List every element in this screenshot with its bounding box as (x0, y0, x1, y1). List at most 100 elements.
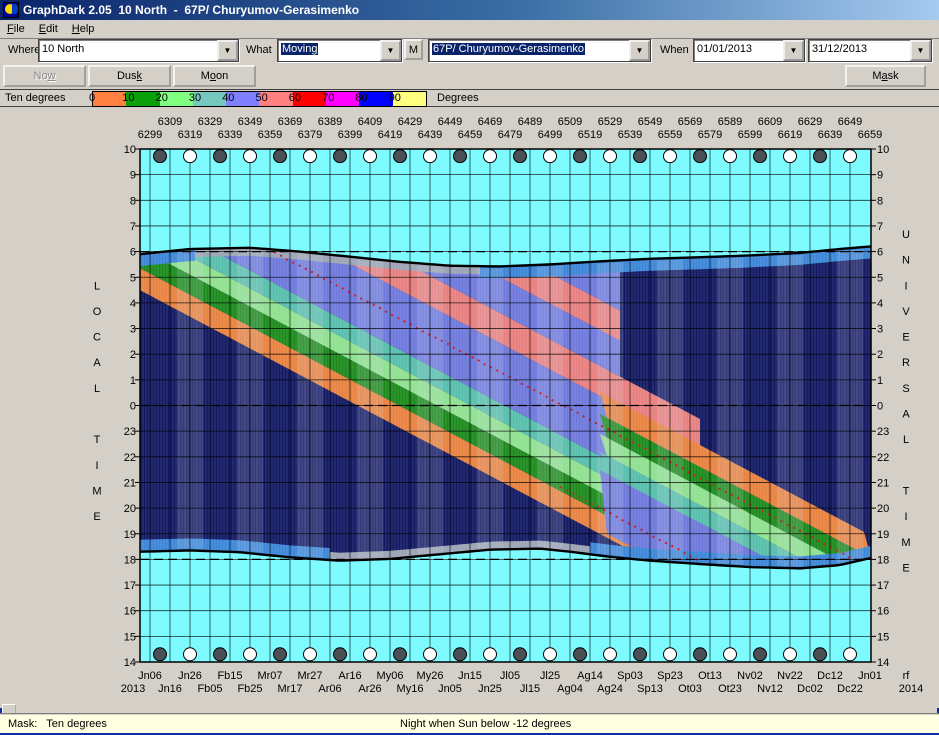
svg-text:6549: 6549 (638, 116, 662, 128)
svg-text:6: 6 (130, 247, 136, 259)
chevron-down-icon[interactable]: ▼ (783, 40, 804, 61)
svg-text:Ag24: Ag24 (597, 683, 623, 695)
object-combobox[interactable]: 67P/ Churyumov-Gerasimenko ▼ (428, 39, 651, 62)
legend-segment-10 (126, 92, 160, 106)
svg-text:Nv02: Nv02 (737, 670, 763, 682)
svg-text:14: 14 (877, 657, 889, 669)
svg-text:I: I (904, 280, 907, 292)
where-label: Where (8, 44, 41, 56)
chevron-down-icon[interactable]: ▼ (910, 40, 931, 61)
date-to-value: 31/12/2013 (812, 43, 868, 55)
svg-text:Ot03: Ot03 (678, 683, 702, 695)
legend-segment-50 (259, 92, 293, 106)
svg-text:Jl25: Jl25 (540, 670, 560, 682)
svg-text:0: 0 (130, 401, 136, 413)
svg-text:9: 9 (130, 170, 136, 182)
svg-text:5: 5 (130, 272, 136, 284)
toolbar-row-2: Now Dusk Moon Mask (0, 64, 939, 90)
svg-text:M: M (92, 485, 101, 497)
svg-text:6529: 6529 (598, 116, 622, 128)
svg-text:17: 17 (877, 580, 889, 592)
chevron-down-icon[interactable]: ▼ (629, 40, 650, 61)
date-from-combobox[interactable]: 01/01/2013 ▼ (693, 39, 805, 62)
menu-item-help[interactable]: Help (65, 22, 102, 36)
svg-text:Jl05: Jl05 (500, 670, 520, 682)
svg-text:20: 20 (124, 503, 136, 515)
chevron-down-icon[interactable]: ▼ (380, 40, 401, 61)
svg-text:6519: 6519 (578, 129, 602, 141)
svg-text:Mr07: Mr07 (257, 670, 282, 682)
svg-text:6349: 6349 (238, 116, 262, 128)
mask-button[interactable]: Mask (845, 65, 926, 87)
svg-text:18: 18 (877, 554, 889, 566)
svg-text:6559: 6559 (658, 129, 682, 141)
svg-text:21: 21 (877, 477, 889, 489)
svg-text:Jn15: Jn15 (458, 670, 482, 682)
svg-text:3: 3 (877, 324, 883, 336)
date-to-combobox[interactable]: 31/12/2013 ▼ (808, 39, 932, 62)
svg-text:Ar06: Ar06 (318, 683, 341, 695)
svg-text:L: L (94, 280, 100, 292)
svg-text:6639: 6639 (818, 129, 842, 141)
svg-text:8: 8 (130, 195, 136, 207)
svg-text:15: 15 (877, 631, 889, 643)
status-night-text: Night when Sun below -12 degrees (400, 718, 572, 730)
svg-text:6439: 6439 (418, 129, 442, 141)
sky-darkness-chart[interactable]: 6309 6329 6349 6369 6389 6409 6429 6449 6469 6489… (0, 107, 939, 708)
toolbar-row-1: Where 10 North ▼ What Moving ▼ M 67P/ Ch… (0, 39, 939, 64)
svg-text:R: R (902, 357, 910, 369)
svg-text:6659: 6659 (858, 129, 882, 141)
svg-text:23: 23 (124, 426, 136, 438)
chevron-down-icon[interactable]: ▼ (217, 40, 238, 61)
chart-zone: 6309 6329 6349 6369 6389 6409 6429 6449 6469 6489… (0, 107, 939, 708)
where-combobox[interactable]: 10 North ▼ (38, 39, 239, 62)
moon-button[interactable]: Moon (173, 65, 256, 87)
title-bar[interactable]: GraphDark 2.05 10 North - 67P/ Churyumov… (0, 0, 939, 20)
svg-text:6469: 6469 (478, 116, 502, 128)
svg-text:Ag04: Ag04 (557, 683, 583, 695)
svg-text:6579: 6579 (698, 129, 722, 141)
svg-text:4: 4 (877, 298, 883, 310)
svg-text:6369: 6369 (278, 116, 302, 128)
svg-text:6299: 6299 (138, 129, 162, 141)
svg-text:6319: 6319 (178, 129, 202, 141)
legend-row: Ten degrees 0 10 20 30 40 50 60 70 80 90 Degrees (0, 89, 939, 107)
svg-text:L: L (903, 434, 909, 446)
svg-text:My26: My26 (417, 670, 444, 682)
now-button: Now (3, 65, 86, 87)
svg-text:6619: 6619 (778, 129, 802, 141)
svg-text:6329: 6329 (198, 116, 222, 128)
dusk-button[interactable]: Dusk (88, 65, 171, 87)
status-mask-text: Mask: Ten degrees (8, 718, 107, 730)
svg-text:6599: 6599 (738, 129, 762, 141)
svg-text:Ot13: Ot13 (698, 670, 722, 682)
svg-text:7: 7 (877, 221, 883, 233)
svg-text:10: 10 (877, 144, 889, 156)
svg-text:0: 0 (877, 401, 883, 413)
svg-text:16: 16 (124, 606, 136, 618)
svg-text:Jn05: Jn05 (438, 683, 462, 695)
menu-item-edit[interactable]: Edit (32, 22, 65, 36)
svg-text:6389: 6389 (318, 116, 342, 128)
svg-text:U: U (902, 229, 910, 241)
svg-text:Sp03: Sp03 (617, 670, 643, 682)
menu-item-file[interactable]: File (0, 22, 32, 36)
svg-text:Nv12: Nv12 (757, 683, 783, 695)
svg-text:19: 19 (877, 529, 889, 541)
svg-text:2: 2 (130, 349, 136, 361)
svg-text:6419: 6419 (378, 129, 402, 141)
svg-text:21: 21 (124, 477, 136, 489)
object-value: 67P/ Churyumov-Gerasimenko (432, 43, 586, 55)
svg-text:I: I (904, 511, 907, 523)
svg-text:E: E (93, 511, 100, 523)
svg-text:Fb15: Fb15 (217, 670, 242, 682)
svg-text:My06: My06 (377, 670, 404, 682)
svg-text:6509: 6509 (558, 116, 582, 128)
svg-text:17: 17 (124, 580, 136, 592)
m-button[interactable]: M (404, 39, 423, 60)
svg-text:16: 16 (877, 606, 889, 618)
what-combobox[interactable]: Moving ▼ (277, 39, 402, 62)
svg-text:9: 9 (877, 170, 883, 182)
svg-text:Fb25: Fb25 (237, 683, 262, 695)
svg-text:8: 8 (877, 195, 883, 207)
